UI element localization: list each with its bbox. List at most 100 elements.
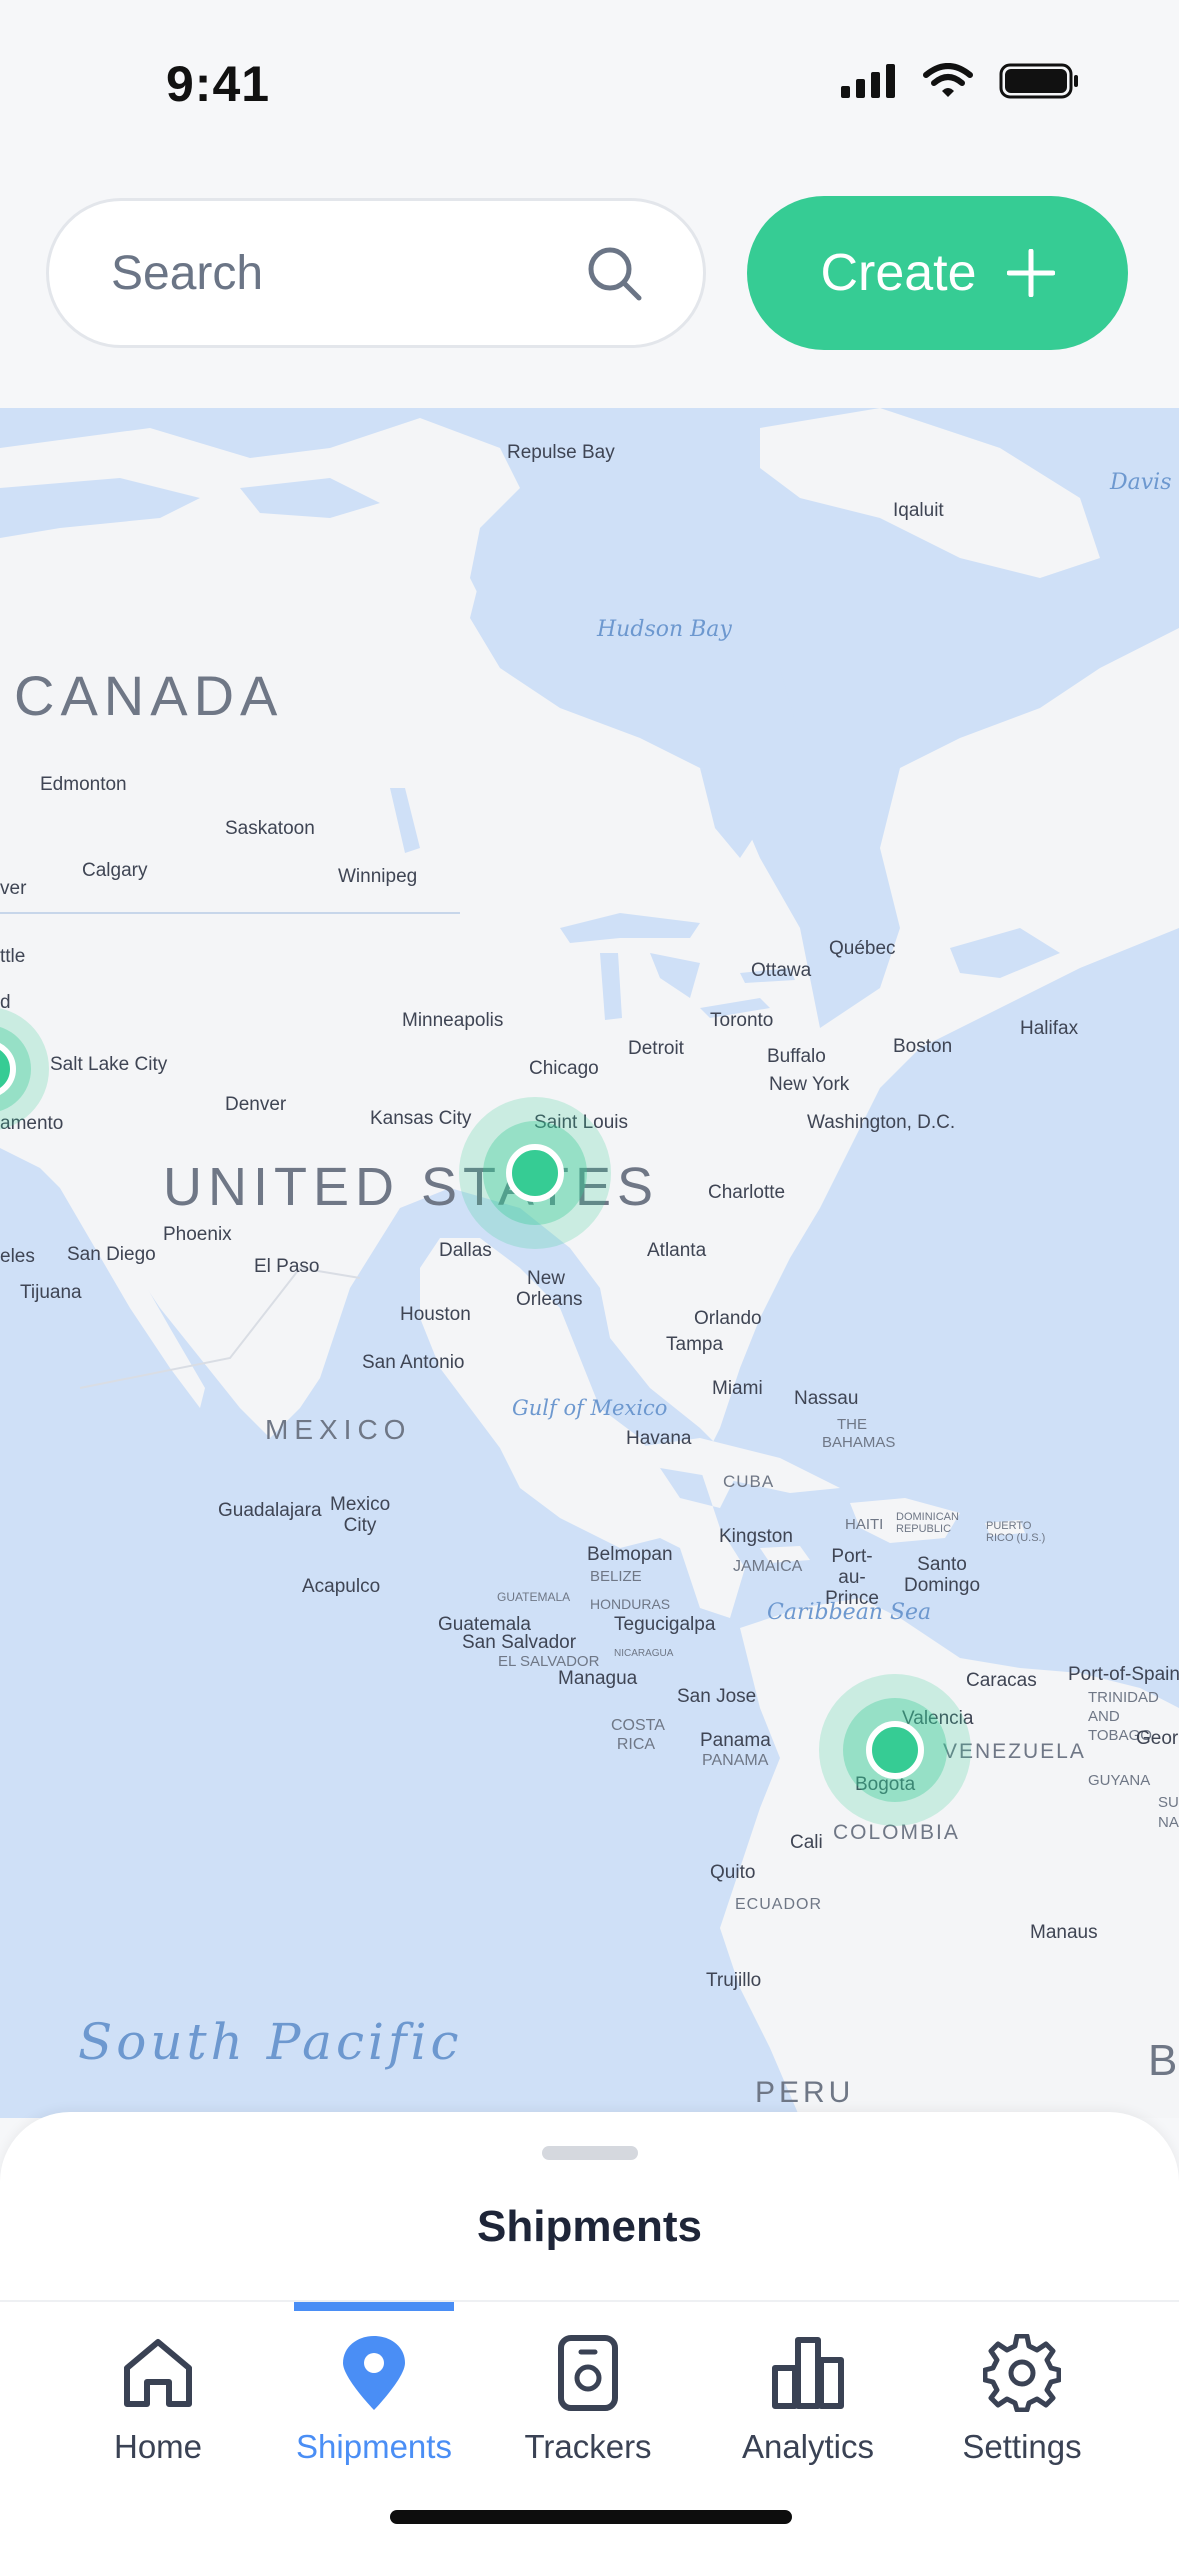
city-label: Toronto: [710, 1010, 774, 1031]
city-label: Port-au-Prince: [825, 1546, 879, 1609]
city-label: San Diego: [67, 1244, 156, 1265]
country-label: GUATEMALA: [497, 1590, 571, 1604]
city-label: Nassau: [794, 1388, 859, 1409]
city-label: Denver: [225, 1094, 287, 1115]
country-label: PUERTO RICO (U.S.): [986, 1520, 1046, 1544]
create-button[interactable]: Create: [747, 196, 1128, 350]
city-label: New Orleans: [516, 1268, 583, 1310]
city-label: Tijuana: [20, 1282, 82, 1303]
home-icon: [124, 2339, 192, 2407]
city-label: Mexico City: [330, 1494, 391, 1536]
city-label: Atlanta: [647, 1240, 707, 1261]
country-label: NICARAGUA: [614, 1648, 674, 1659]
map-view[interactable]: Hudson Bay Davis Strait Gulf of Mexico C…: [0, 408, 1179, 2118]
city-label: Buffalo: [767, 1046, 826, 1067]
tracker-device-icon: [558, 2335, 618, 2411]
city-label: Caracas: [966, 1670, 1037, 1691]
tab-trackers[interactable]: Trackers: [498, 2302, 678, 2472]
city-label: San Jose: [677, 1686, 757, 1707]
city-label: Iqaluit: [893, 500, 944, 521]
city-label: San Antonio: [362, 1352, 465, 1373]
tab-label: Analytics: [741, 2428, 875, 2465]
city-label: Tampa: [666, 1334, 724, 1355]
plus-icon: [1006, 249, 1055, 297]
shipment-marker[interactable]: [0, 1004, 52, 1134]
country-label: BELIZE: [590, 1568, 642, 1585]
city-label: Edmonton: [40, 774, 127, 795]
shipment-marker[interactable]: [457, 1095, 613, 1251]
city-label: Panama: [700, 1730, 771, 1751]
city-label: El Paso: [254, 1256, 320, 1277]
bar-chart-icon: [772, 2337, 844, 2409]
city-label: San Salvador: [462, 1632, 577, 1653]
city-label: Salt Lake City: [50, 1054, 168, 1075]
city-label: Orlando: [694, 1308, 762, 1329]
water-label: South Pacific: [78, 2013, 463, 2071]
country-label: HONDURAS: [590, 1596, 671, 1612]
city-label: Charlotte: [708, 1182, 786, 1203]
city-label: ver: [0, 878, 27, 899]
country-label: CUBA: [723, 1472, 775, 1491]
city-label: Tegucigalpa: [614, 1614, 716, 1635]
tab-label: Home: [113, 2428, 203, 2465]
city-label: Trujillo: [706, 1970, 762, 1991]
city-label: Chicago: [529, 1058, 599, 1079]
country-label: PANAMA: [702, 1752, 769, 1769]
country-label: THE BAHAMAS: [822, 1416, 896, 1451]
search-input[interactable]: [109, 244, 573, 302]
city-label: Winnipeg: [338, 866, 418, 887]
water-label: Davis Strait: [1110, 470, 1179, 495]
search-icon[interactable]: [585, 244, 645, 304]
sheet-title: Shipments: [477, 2202, 702, 2251]
city-label: Kingston: [719, 1526, 793, 1547]
city-label: Halifax: [1020, 1018, 1079, 1039]
city-label: eles: [0, 1246, 35, 1267]
city-label: Boston: [893, 1036, 953, 1057]
city-label: Minneapolis: [402, 1010, 504, 1031]
city-label: Santo Domingo: [903, 1554, 981, 1596]
city-label: Miami: [712, 1378, 763, 1399]
city-label: Detroit: [628, 1038, 684, 1059]
city-label: Québec: [829, 938, 896, 959]
cellular-signal-icon: [841, 64, 895, 98]
sheet-drag-handle[interactable]: [542, 2146, 638, 2160]
city-label: Saskatoon: [225, 818, 315, 839]
country-label: NA: [1158, 1814, 1179, 1831]
country-label: COSTA RICA: [611, 1717, 665, 1753]
city-label: Houston: [400, 1304, 471, 1325]
status-icons: [841, 63, 1079, 99]
gear-icon: [983, 2334, 1061, 2412]
city-label: ttle: [0, 946, 26, 967]
tab-label: Shipments: [296, 2428, 452, 2465]
tab-shipments[interactable]: Shipments: [284, 2302, 464, 2472]
country-label: PERU: [755, 2076, 855, 2109]
tab-settings[interactable]: Settings: [932, 2302, 1112, 2472]
create-button-label: Create: [820, 244, 977, 302]
city-label: Havana: [626, 1428, 692, 1449]
country-label: B: [1148, 2036, 1178, 2085]
city-label: Quito: [710, 1862, 756, 1883]
city-label: New York: [769, 1074, 850, 1095]
country-label: CANADA: [14, 664, 284, 727]
battery-icon: [999, 63, 1078, 99]
country-label: GUYANA: [1088, 1772, 1151, 1789]
city-label: Belmopan: [587, 1544, 673, 1565]
city-label: Calgary: [82, 860, 148, 881]
city-label: Managua: [558, 1668, 638, 1689]
country-label: SU: [1158, 1794, 1179, 1811]
wifi-icon: [923, 63, 973, 97]
top-bar: Create: [0, 170, 1179, 410]
city-label: Washington, D.C.: [807, 1112, 956, 1133]
tab-analytics[interactable]: Analytics: [718, 2302, 898, 2472]
tab-home[interactable]: Home: [68, 2302, 248, 2472]
city-label: Repulse Bay: [507, 442, 615, 463]
home-indicator[interactable]: [390, 2510, 792, 2524]
search-box[interactable]: [46, 198, 706, 348]
country-label: MEXICO: [265, 1414, 412, 1445]
country-label: ECUADOR: [735, 1896, 823, 1913]
location-pin-icon: [343, 2336, 405, 2410]
shipment-marker[interactable]: [817, 1672, 973, 1828]
city-label: Phoenix: [163, 1224, 232, 1245]
city-label: Ottawa: [751, 960, 812, 981]
status-bar: 9:41: [0, 0, 1179, 170]
